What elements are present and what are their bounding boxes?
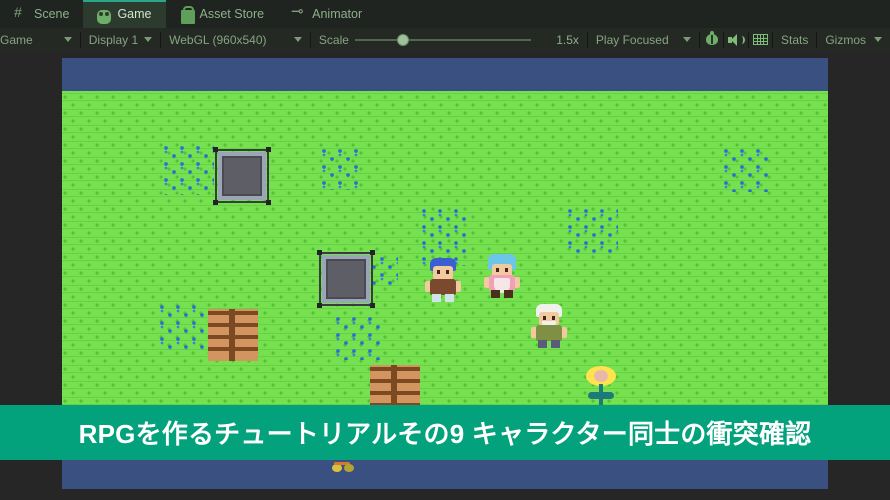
- resolution-label: WebGL (960x540): [169, 32, 267, 47]
- grid-icon: [752, 34, 768, 45]
- tab-scene-label: Scene: [34, 7, 70, 21]
- resolution-dropdown[interactable]: WebGL (960x540): [161, 28, 310, 51]
- chevron-down-icon: [144, 37, 153, 42]
- eye: [437, 270, 440, 274]
- scale-value: 1.5x: [556, 32, 579, 47]
- tab-animator-label: Animator: [312, 7, 363, 21]
- leg: [491, 290, 500, 298]
- eye: [505, 268, 508, 272]
- girl-character[interactable]: [484, 254, 520, 298]
- coin-prop[interactable]: [332, 462, 354, 472]
- selection-handle[interactable]: [370, 250, 375, 255]
- leaf: [602, 392, 614, 399]
- scale-slider-track[interactable]: [354, 33, 531, 46]
- old-man-character[interactable]: [531, 304, 567, 348]
- eye: [543, 316, 546, 320]
- view-mode-label: Game: [0, 32, 33, 47]
- view-mode-dropdown[interactable]: Game: [0, 28, 80, 51]
- leaf: [588, 392, 600, 399]
- sky-band-top: [62, 58, 828, 91]
- display-dropdown[interactable]: Display 1: [81, 28, 160, 51]
- leg: [504, 290, 513, 298]
- blue-flower-patch: [420, 206, 468, 266]
- chevron-down-icon: [874, 37, 883, 42]
- stone-block[interactable]: [317, 250, 375, 308]
- blue-flower-patch: [320, 146, 360, 190]
- play-mode-dropdown[interactable]: Play Focused: [588, 28, 699, 51]
- grid-button[interactable]: [749, 28, 772, 51]
- flower-prop[interactable]: [586, 366, 616, 408]
- bug-button[interactable]: [700, 28, 723, 51]
- scale-slider-group[interactable]: Scale 1.5x: [311, 28, 587, 51]
- tab-animator[interactable]: Animator: [278, 0, 376, 28]
- chevron-down-icon: [63, 37, 72, 42]
- tab-asset-store[interactable]: Asset Store: [166, 0, 279, 28]
- blue-flower-patch: [158, 302, 208, 350]
- tab-asset-store-label: Asset Store: [199, 7, 265, 21]
- animator-arrow-icon: [291, 2, 306, 21]
- hash-grid-icon: [14, 4, 28, 21]
- chevron-down-icon: [683, 37, 691, 42]
- scale-label: Scale: [318, 32, 349, 47]
- selection-handle[interactable]: [266, 147, 271, 152]
- editor-tab-bar: Scene Game Asset Store Animator: [0, 0, 890, 28]
- selection-handle[interactable]: [266, 200, 271, 205]
- unity-editor-window: Scene Game Asset Store Animator Game Dis…: [0, 0, 890, 500]
- leg: [551, 340, 560, 348]
- blue-flower-patch: [162, 143, 214, 195]
- selection-handle[interactable]: [213, 147, 218, 152]
- torso: [430, 279, 456, 295]
- eye: [446, 270, 449, 274]
- caption-banner: RPGを作るチュートリアルその9 キャラクター同士の衝突確認: [0, 405, 890, 460]
- gizmos-label: Gizmos: [825, 32, 867, 47]
- stats-button[interactable]: Stats: [773, 28, 816, 51]
- eye: [552, 316, 555, 320]
- play-mode-label: Play Focused: [595, 32, 669, 47]
- leg: [538, 340, 547, 348]
- tab-scene[interactable]: Scene: [0, 0, 83, 28]
- selection-handle[interactable]: [213, 200, 218, 205]
- mute-audio-button[interactable]: [724, 28, 747, 51]
- wooden-crate[interactable]: [208, 309, 258, 361]
- selection-handle[interactable]: [317, 250, 322, 255]
- gizmos-button[interactable]: Gizmos: [817, 28, 890, 51]
- mute-audio-icon: [728, 33, 746, 46]
- blue-flower-patch: [722, 146, 768, 192]
- game-view-toolbar: Game Display 1 WebGL (960x540) Scale 1.5…: [0, 28, 890, 51]
- flower-center: [594, 370, 608, 382]
- stone-block[interactable]: [213, 147, 271, 205]
- stats-label: Stats: [780, 32, 809, 47]
- scale-slider-handle[interactable]: [396, 33, 409, 46]
- shopping-bag-icon: [180, 6, 195, 24]
- chevron-down-icon: [293, 37, 302, 42]
- selection-handle[interactable]: [317, 303, 322, 308]
- torso: [536, 325, 562, 341]
- selection-handle[interactable]: [370, 303, 375, 308]
- face: [433, 266, 453, 280]
- tab-game-label: Game: [117, 7, 152, 21]
- leg: [432, 294, 441, 302]
- tab-game[interactable]: Game: [83, 0, 166, 28]
- leg: [445, 294, 454, 302]
- display-label: Display 1: [88, 32, 139, 47]
- blue-flower-patch: [566, 206, 618, 256]
- boy-character[interactable]: [425, 258, 461, 302]
- eye: [496, 268, 499, 272]
- caption-text: RPGを作るチュートリアルその9 キャラクター同士の衝突確認: [78, 419, 812, 449]
- bug-icon: [705, 31, 718, 45]
- blue-flower-patch: [334, 314, 380, 360]
- gamepad-icon: [97, 10, 112, 24]
